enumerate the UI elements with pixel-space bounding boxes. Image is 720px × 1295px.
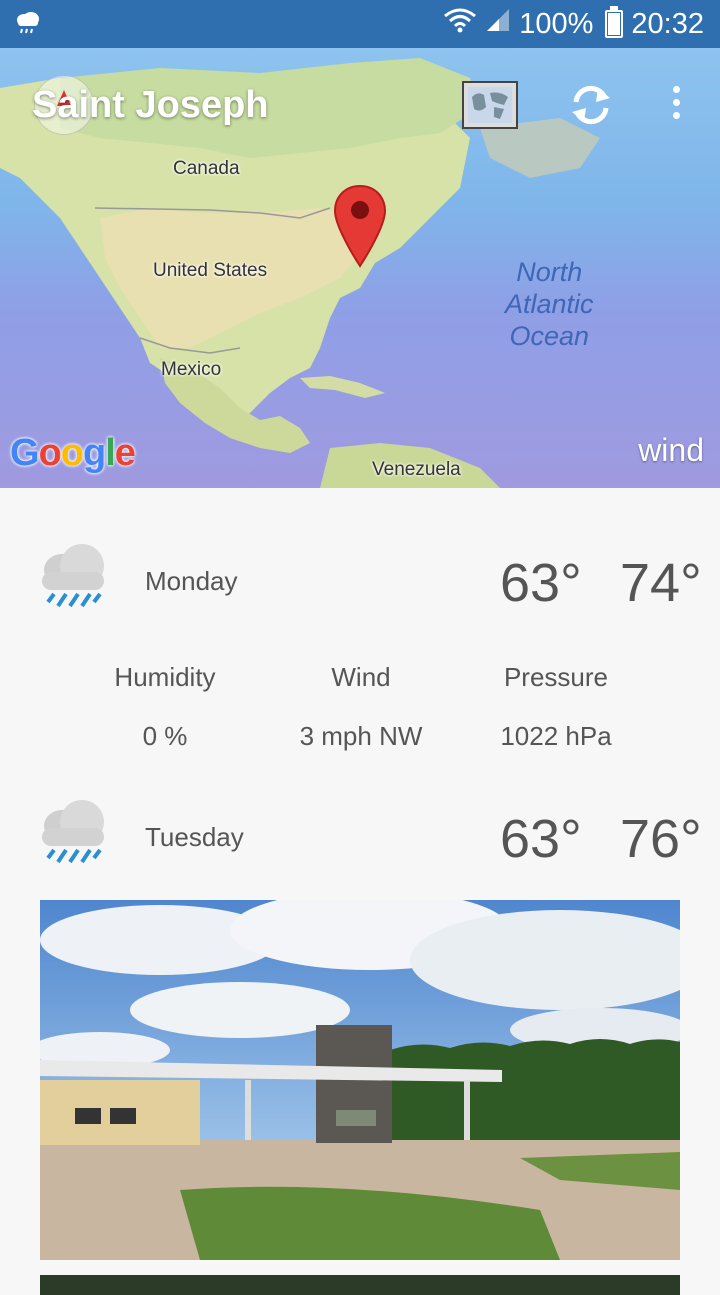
location-title: Saint Joseph [32, 84, 269, 126]
map-label-mexico: Mexico [161, 359, 222, 380]
day-name: Monday [145, 566, 238, 596]
ocean-line-3: Ocean [509, 321, 590, 351]
wind-column: Wind 3 mph NW [261, 662, 461, 752]
rain-cloud-icon [36, 796, 110, 877]
signal-icon [485, 7, 511, 41]
next-photo-edge [40, 1275, 680, 1295]
wind-label: Wind [331, 662, 391, 692]
wifi-icon [443, 6, 477, 42]
pressure-column: Pressure 1022 hPa [456, 662, 656, 752]
pressure-value: 1022 hPa [500, 721, 612, 751]
map-layer-label: wind [638, 432, 704, 468]
temp-max: 76° [620, 809, 702, 869]
map-layers-icon[interactable] [462, 81, 518, 129]
photo-scene [40, 900, 680, 1260]
map-label-canada: Canada [173, 158, 240, 179]
temp-min: 63° [500, 809, 582, 869]
map-label-ocean: North Atlantic Ocean [505, 256, 594, 352]
location-photo[interactable] [40, 900, 680, 1260]
google-g1: G [10, 432, 40, 474]
ocean-line-1: North [516, 257, 583, 287]
battery-percent: 100% [519, 7, 594, 40]
humidity-label: Humidity [114, 662, 216, 692]
status-bar: 100% 20:32 [0, 0, 720, 48]
temp-max: 74° [620, 553, 702, 613]
pressure-label: Pressure [503, 662, 609, 692]
map-label-venezuela: Venezuela [372, 459, 461, 480]
day-name: Tuesday [145, 822, 244, 852]
forecast-row-monday[interactable]: Monday 63° 74° [0, 540, 720, 640]
google-attribution: Google [10, 432, 136, 474]
location-pin-icon[interactable] [333, 184, 387, 273]
forecast-row-tuesday[interactable]: Tuesday 63° 76° [0, 796, 720, 896]
map-label-united-states: United States [153, 260, 268, 281]
wind-value: 3 mph NW [299, 721, 423, 751]
weather-details: Humidity 0 % Wind 3 mph NW Pressure 1022… [0, 662, 720, 762]
weather-map[interactable]: Canada United States Mexico Venezuela No… [0, 48, 720, 488]
ocean-line-2: Atlantic [505, 289, 594, 319]
cloud-rain-icon [14, 10, 42, 41]
rain-cloud-icon [36, 540, 110, 621]
temp-min: 63° [500, 553, 582, 613]
humidity-value: 0 % [142, 721, 188, 751]
battery-icon [605, 6, 624, 38]
refresh-icon[interactable] [566, 80, 616, 130]
clock-time: 20:32 [631, 7, 704, 40]
humidity-column: Humidity 0 % [65, 662, 265, 752]
more-vert-icon[interactable] [664, 86, 688, 126]
